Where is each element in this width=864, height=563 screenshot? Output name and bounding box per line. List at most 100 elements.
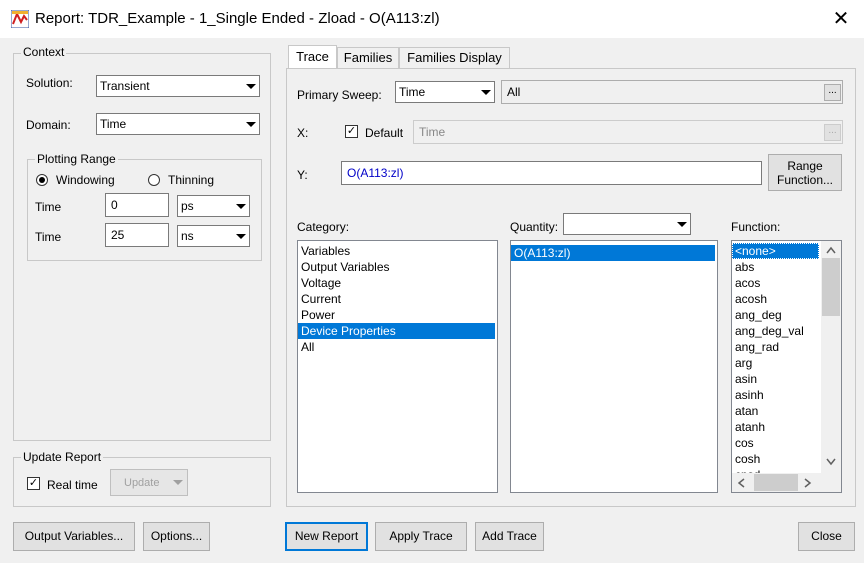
list-item[interactable]: atan [732,403,758,419]
x-value-field: Time [413,120,843,144]
list-item[interactable]: Output Variables [298,259,495,275]
windowing-label[interactable]: Windowing [56,173,115,187]
range-function-button[interactable]: Range Function... [768,154,842,191]
list-item[interactable]: Variables [298,243,495,259]
list-item[interactable]: acos [732,275,760,291]
list-item[interactable]: cos [732,435,754,451]
list-item[interactable]: ang_rad [732,339,779,355]
list-item[interactable]: acosh [732,291,767,307]
list-item[interactable]: <none> [732,243,819,259]
list-item[interactable]: All [298,339,495,355]
add-trace-button[interactable]: Add Trace [475,522,544,551]
chevron-down-icon[interactable] [476,83,493,101]
chevron-down-icon[interactable] [231,227,248,245]
time-stop-unit-value: ns [181,229,194,243]
x-browse-button[interactable]: ... [824,124,841,141]
time-start-unit-select[interactable]: ps [177,195,250,217]
primary-sweep-select[interactable]: Time [395,81,495,103]
list-item[interactable]: asinh [732,387,764,403]
list-item[interactable]: abs [732,259,754,275]
update-report-label: Update Report [21,450,104,464]
time-stop-unit-select[interactable]: ns [177,225,250,247]
primary-sweep-value: Time [399,85,426,99]
chevron-down-icon[interactable] [231,197,248,215]
chevron-left-icon[interactable] [737,478,745,488]
thinning-label[interactable]: Thinning [168,173,214,187]
solution-select[interactable]: Transient [96,75,260,97]
time-start-unit-value: ps [181,199,194,213]
category-label: Category: [297,220,350,234]
time-start-value: 0 [111,198,118,212]
close-button[interactable]: Close [798,522,855,551]
time-stop-input[interactable]: 25 [105,223,169,247]
list-item[interactable]: ang_deg_val [732,323,804,339]
close-icon[interactable]: ✕ [826,4,856,34]
primary-sweep-browse-button[interactable]: ... [824,84,841,101]
window-title: Report: TDR_Example - 1_Single Ended - Z… [35,10,440,27]
chevron-right-icon[interactable] [804,478,812,488]
function-list[interactable]: <none> abs acos acosh ang_deg ang_deg_va… [731,240,842,493]
tab-families[interactable]: Families [337,47,399,69]
list-item[interactable]: O(A113:zl) [511,245,715,261]
range-function-label-1: Range [787,159,823,173]
thinning-radio[interactable] [148,174,160,186]
default-checkbox[interactable]: ✓ [345,125,358,138]
update-button[interactable]: Update [110,469,188,496]
solution-value: Transient [100,79,150,93]
domain-label: Domain: [26,118,71,132]
scrollbar-thumb[interactable] [754,474,798,491]
function-label: Function: [731,220,781,234]
solution-label: Solution: [26,76,73,90]
app-icon [10,9,30,29]
list-item[interactable]: arg [732,355,752,371]
chevron-down-icon[interactable] [826,458,836,466]
quantity-list[interactable]: O(A113:zl) [510,240,718,493]
list-item[interactable]: Current [298,291,495,307]
realtime-checkbox[interactable]: ✓ [27,477,40,490]
scrollbar-corner [821,473,841,492]
output-variables-button[interactable]: Output Variables... [13,522,135,551]
list-item[interactable]: Power [298,307,495,323]
apply-trace-button[interactable]: Apply Trace [375,522,467,551]
realtime-label[interactable]: Real time [47,478,98,492]
chevron-down-icon[interactable] [241,115,258,133]
scrollbar-thumb[interactable] [822,258,840,316]
windowing-radio[interactable] [36,174,48,186]
x-label: X: [297,126,309,140]
quantity-filter-select[interactable] [563,213,691,235]
list-item[interactable]: Voltage [298,275,495,291]
primary-sweep-range: All [501,80,843,104]
time-start-input[interactable]: 0 [105,193,169,217]
category-list[interactable]: Variables Output Variables Voltage Curre… [297,240,498,493]
list-item[interactable]: atanh [732,419,765,435]
context-group-label: Context [21,45,67,59]
tab-families-display[interactable]: Families Display [399,47,510,69]
time-stop-value: 25 [111,228,125,242]
chevron-down-icon [173,480,183,485]
list-item[interactable]: Device Properties [298,323,495,339]
update-button-label: Update [124,477,160,489]
new-report-button[interactable]: New Report [285,522,368,551]
default-label[interactable]: Default [365,126,403,140]
chevron-up-icon[interactable] [826,246,836,254]
vertical-scrollbar[interactable] [821,241,841,473]
options-button[interactable]: Options... [143,522,210,551]
time-start-label: Time [35,200,62,214]
y-expression-input[interactable]: O(A113:zl) [341,161,762,185]
chevron-down-icon[interactable] [241,77,258,95]
list-item[interactable]: cosh [732,451,760,467]
primary-sweep-range-value: All [507,85,521,99]
y-expression-value: O(A113:zl) [347,166,404,180]
quantity-label: Quantity: [510,220,559,234]
horizontal-scrollbar[interactable] [732,473,821,492]
chevron-down-icon[interactable] [672,215,689,233]
domain-select[interactable]: Time [96,113,260,135]
domain-value: Time [100,117,127,131]
time-stop-label: Time [35,230,62,244]
list-item[interactable]: ang_deg [732,307,782,323]
list-item[interactable]: asin [732,371,757,387]
primary-sweep-label: Primary Sweep: [297,88,382,102]
tab-trace[interactable]: Trace [288,45,337,69]
x-value: Time [419,125,446,139]
plotting-range-label: Plotting Range [35,152,118,166]
